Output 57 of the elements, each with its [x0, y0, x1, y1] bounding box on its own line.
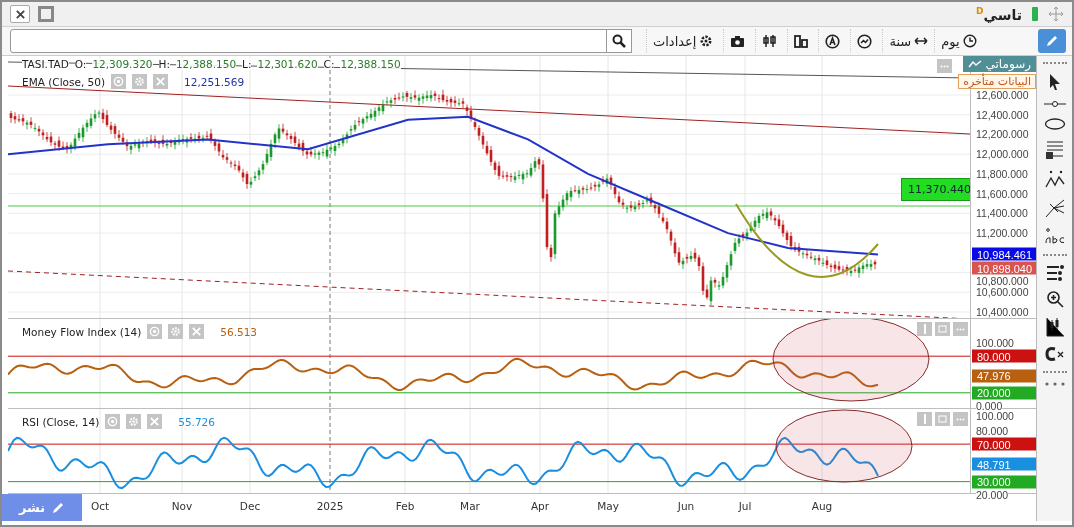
axis-label: 12,400.000	[976, 109, 1029, 121]
axis-label: 80.000	[976, 425, 1009, 437]
date-label: May	[597, 500, 619, 512]
settings-button[interactable]: إعدادات	[646, 29, 720, 53]
date-label: Aug	[811, 500, 833, 512]
date-label: Feb	[395, 500, 415, 512]
value-tag: 70.000	[972, 437, 1036, 451]
axis-label: 100.000	[976, 410, 1014, 422]
interval-label: D	[976, 5, 984, 16]
date-label: Mar	[460, 500, 480, 512]
axis-label: 11,800.000	[976, 168, 1028, 180]
indicator-value: 12,251.569	[184, 75, 245, 88]
value-tag: 80.000	[972, 349, 1036, 363]
ohlc-value: 12,309.320	[92, 58, 153, 70]
price-tag: 10,984.461	[972, 247, 1036, 261]
date-label: Jun	[677, 500, 695, 512]
axis-label: 20.000	[976, 489, 1009, 501]
range-button[interactable]: يوم	[934, 29, 983, 53]
ohlc-value: 12,388.150	[340, 58, 401, 70]
indicator-name: RSI (Close, 14)	[22, 415, 100, 428]
axis-label: 0.000	[976, 400, 1003, 412]
axis-label: 10,600.000	[976, 286, 1029, 298]
value-tag: 20.000	[972, 386, 1036, 400]
date-label: Oct	[90, 500, 110, 512]
symbol-label: TASI.TAD	[22, 58, 69, 70]
ohlc-value: 12,301.620	[257, 58, 318, 70]
date-label: Dec	[239, 500, 261, 512]
axis-label: 11,600.000	[976, 188, 1028, 200]
indicator-name: Money Flow Index (14)	[22, 325, 142, 338]
value-tag: 48.791	[972, 457, 1036, 471]
axis-label: 11,200.000	[976, 227, 1028, 239]
axis-label: 12,600.000	[976, 89, 1029, 101]
ohlc-label: O:	[74, 58, 87, 70]
indicator-value: 55.726	[178, 415, 215, 428]
date-label: Nov	[171, 500, 193, 512]
ohlc-label: L:	[242, 58, 252, 70]
axis-label: 10,800.000	[976, 275, 1029, 287]
axis-label: 11,400.000	[976, 207, 1028, 219]
ohlc-label: H:	[158, 58, 170, 70]
value-tag: 47.976	[972, 369, 1036, 383]
axis-label: 100.000	[976, 337, 1014, 349]
price-tag: 10,898.040	[972, 261, 1036, 275]
axis-label: 12,200.000	[976, 128, 1029, 140]
price-level-label: 11,370.440	[901, 178, 970, 201]
axis-label: 10,400.000	[976, 306, 1029, 318]
indicator-name: EMA (Close, 50)	[22, 75, 106, 88]
my-drawings-button[interactable]: رسوماتي	[962, 56, 1036, 72]
delayed-data-notice: البيانات متأخره	[958, 74, 1036, 89]
date-label: Jul	[738, 500, 752, 512]
axis-label: 12,000.000	[976, 148, 1029, 160]
range-button[interactable]: سنة	[882, 29, 935, 53]
date-label: Apr	[530, 500, 550, 512]
ohlc-value: 12,388.150	[175, 58, 237, 70]
value-tag: 30.000	[972, 475, 1036, 489]
date-label: 2025	[316, 500, 344, 512]
indicator-value: 56.513	[220, 325, 257, 338]
ohlc-label: C:	[323, 58, 335, 70]
